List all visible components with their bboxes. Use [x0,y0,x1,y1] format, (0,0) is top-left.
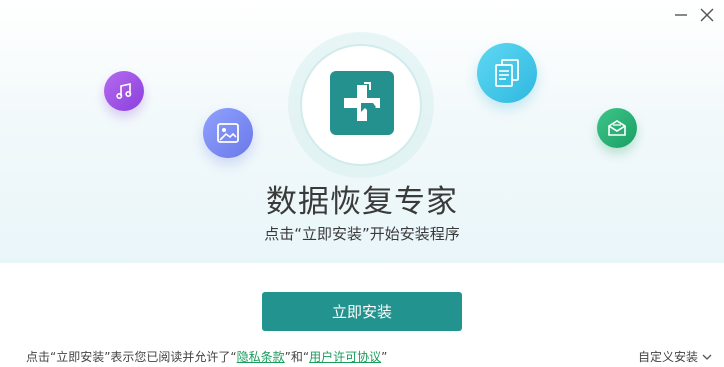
agreement-suffix: ” [381,350,388,364]
mail-bubble [597,108,637,148]
music-icon [116,83,132,100]
photo-icon [217,123,239,143]
app-logo [330,71,394,135]
user-license-link[interactable]: 用户许可协议 [309,350,381,364]
install-now-button[interactable]: 立即安装 [262,292,462,331]
privacy-policy-link[interactable]: 隐私条款 [237,350,285,364]
agreement-middle: ”和“ [284,350,310,364]
agreement-prefix: 点击“立即安装”表示您已阅读并允许了“ [26,350,237,364]
close-button[interactable] [698,6,716,24]
document-icon [495,59,519,87]
install-hint: 点击“立即安装”开始安装程序 [264,225,460,243]
minimize-icon [675,14,687,16]
custom-install-toggle[interactable]: 自定义安装 [638,348,712,365]
app-logo-icon [344,82,380,121]
minimize-button[interactable] [672,6,690,24]
agreement-notice: 点击“立即安装”表示您已阅读并允许了“隐私条款”和“用户许可协议” [26,348,387,365]
document-bubble [477,43,537,103]
hero-banner: 数据恢复专家 点击“立即安装”开始安装程序 [0,0,724,263]
chevron-down-icon [702,354,712,360]
app-title: 数据恢复专家 [266,184,458,220]
music-bubble [104,71,144,111]
mail-icon [608,120,626,136]
photo-bubble [203,108,253,158]
custom-install-label: 自定义安装 [638,350,699,364]
close-icon [700,8,714,22]
